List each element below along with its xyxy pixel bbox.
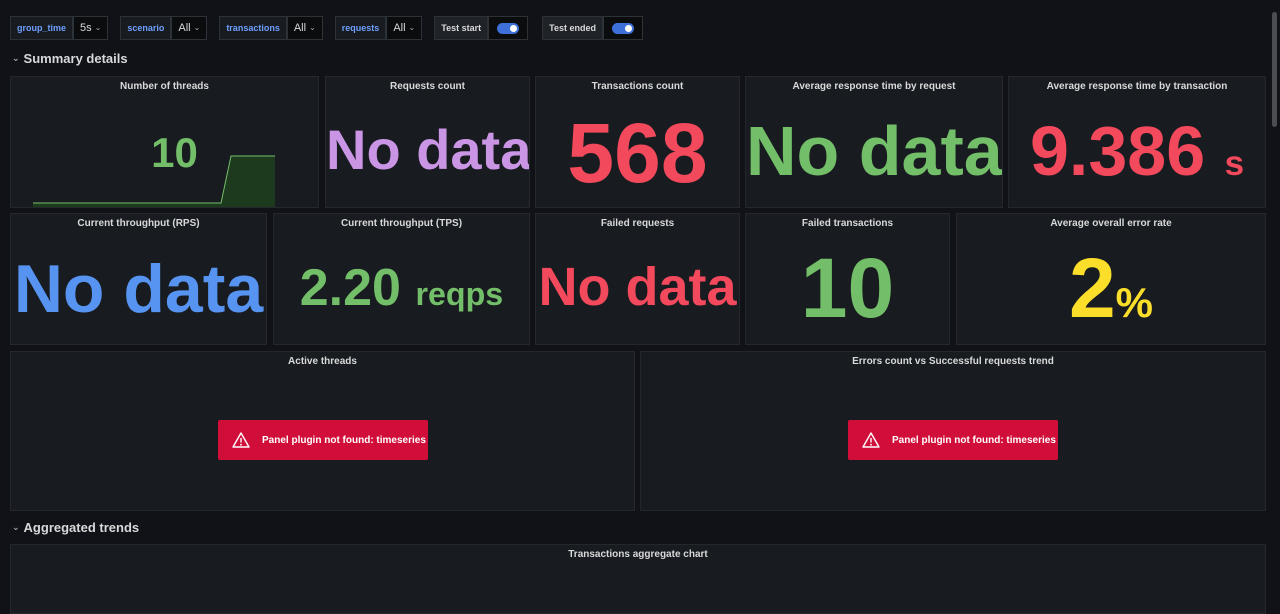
toggle-switch[interactable] [497, 22, 520, 34]
panel-avg-response-transaction: Average response time by transaction 9.3… [1008, 76, 1266, 208]
page-scrollbar[interactable] [1272, 12, 1277, 127]
chevron-down-icon: ⌄ [193, 23, 201, 32]
stat-value: 9.386 [1029, 112, 1206, 190]
chevron-down-icon: ⌄ [12, 53, 20, 63]
panel-title: Current throughput (RPS) [77, 218, 200, 229]
plugin-error-box: Panel plugin not found: timeseries [218, 420, 428, 460]
row-title: Aggregated trends [23, 520, 140, 535]
panel-title: Transactions aggregate chart [568, 549, 708, 560]
panel-avg-response-request: Average response time by request No data [745, 76, 1003, 208]
var-value: All [393, 22, 406, 34]
chevron-down-icon: ⌄ [12, 522, 20, 532]
panel-title: Active threads [288, 356, 357, 367]
error-message: Panel plugin not found: timeseries [892, 434, 1056, 446]
panel-requests-count: Requests count No data [325, 76, 530, 208]
toggle-label-test-start: Test start [434, 16, 489, 40]
panel-throughput-rps: Current throughput (RPS) No data [10, 213, 267, 345]
panel-failed-transactions: Failed transactions 10 [745, 213, 950, 345]
stat-with-unit: 2.20 reqps [274, 258, 529, 318]
stat-value: No data [538, 257, 737, 317]
stat-value: 10 [800, 241, 895, 335]
stat-value: 2 [1068, 241, 1116, 335]
panel-title: Average response time by transaction [1046, 81, 1228, 92]
stat-value: 568 [567, 106, 708, 200]
panel-error-rate: Average overall error rate 2% [956, 213, 1266, 345]
row-title: Summary details [23, 51, 128, 66]
panel-title: Errors count vs Successful requests tren… [852, 356, 1054, 367]
plugin-error-box: Panel plugin not found: timeseries [848, 420, 1058, 460]
panel-number-of-threads: Number of threads 10 [10, 76, 319, 208]
panel-errors-vs-success: Errors count vs Successful requests tren… [640, 351, 1266, 511]
var-value: All [293, 22, 307, 34]
panel-transactions-count: Transactions count 568 [535, 76, 740, 208]
toggle-test-ended[interactable] [602, 16, 643, 40]
error-message: Panel plugin not found: timeseries [262, 434, 426, 446]
toggle-test-start[interactable] [488, 16, 529, 40]
chevron-down-icon: ⌄ [309, 23, 316, 32]
warning-triangle-icon [862, 432, 880, 448]
warning-triangle-icon [232, 432, 250, 448]
panel-title: Current throughput (TPS) [340, 218, 463, 229]
panel-title: Failed transactions [801, 218, 894, 229]
stat-with-unit: 9.386 s [1009, 111, 1265, 191]
var-label-transactions: transactions [219, 16, 287, 40]
panel-title: Transactions count [591, 81, 684, 92]
panel-throughput-tps: Current throughput (TPS) 2.20 reqps [273, 213, 530, 345]
panel-title: Failed requests [600, 218, 675, 229]
stat-value: 10 [151, 129, 198, 176]
stat-unit: s [1224, 144, 1245, 183]
var-label-requests: requests [334, 16, 387, 40]
var-label-scenario: scenario [120, 16, 172, 40]
panel-title: Average response time by request [792, 81, 956, 92]
panel-title: Requests count [389, 81, 465, 92]
stat-value: No data [13, 251, 264, 327]
stat-unit: % [1115, 279, 1154, 326]
panel-transactions-aggregate: Transactions aggregate chart [10, 544, 1266, 614]
stat-value: 2.20 [299, 259, 401, 317]
chevron-down-icon: ⌄ [94, 23, 102, 32]
panel-title: Average overall error rate [1050, 218, 1172, 229]
row-aggregated-trends[interactable]: ⌄ Aggregated trends [12, 520, 139, 535]
stat-value: No data [326, 118, 530, 181]
panel-failed-requests: Failed requests No data [535, 213, 740, 345]
stat-unit: reqps [415, 276, 504, 312]
toggle-switch[interactable] [611, 22, 634, 34]
stat-value: No data [746, 112, 1003, 190]
toggle-label-test-ended: Test ended [542, 16, 603, 40]
chevron-down-icon: ⌄ [408, 23, 416, 32]
var-select-requests[interactable]: All ⌄ [386, 16, 423, 40]
var-value: 5s [80, 22, 92, 34]
var-select-transactions[interactable]: All ⌄ [286, 16, 323, 40]
var-select-group-time[interactable]: 5s ⌄ [73, 16, 109, 40]
var-select-scenario[interactable]: All ⌄ [171, 16, 208, 40]
var-label-group-time: group_time [10, 16, 74, 40]
variables-bar: group_time 5s ⌄ scenario All ⌄ transaction… [10, 16, 657, 40]
row-summary-details[interactable]: ⌄ Summary details [12, 51, 128, 66]
panel-active-threads: Active threads Panel plugin not found: t… [10, 351, 635, 511]
var-value: All [178, 22, 191, 34]
stat-with-unit: 2% [957, 240, 1265, 337]
